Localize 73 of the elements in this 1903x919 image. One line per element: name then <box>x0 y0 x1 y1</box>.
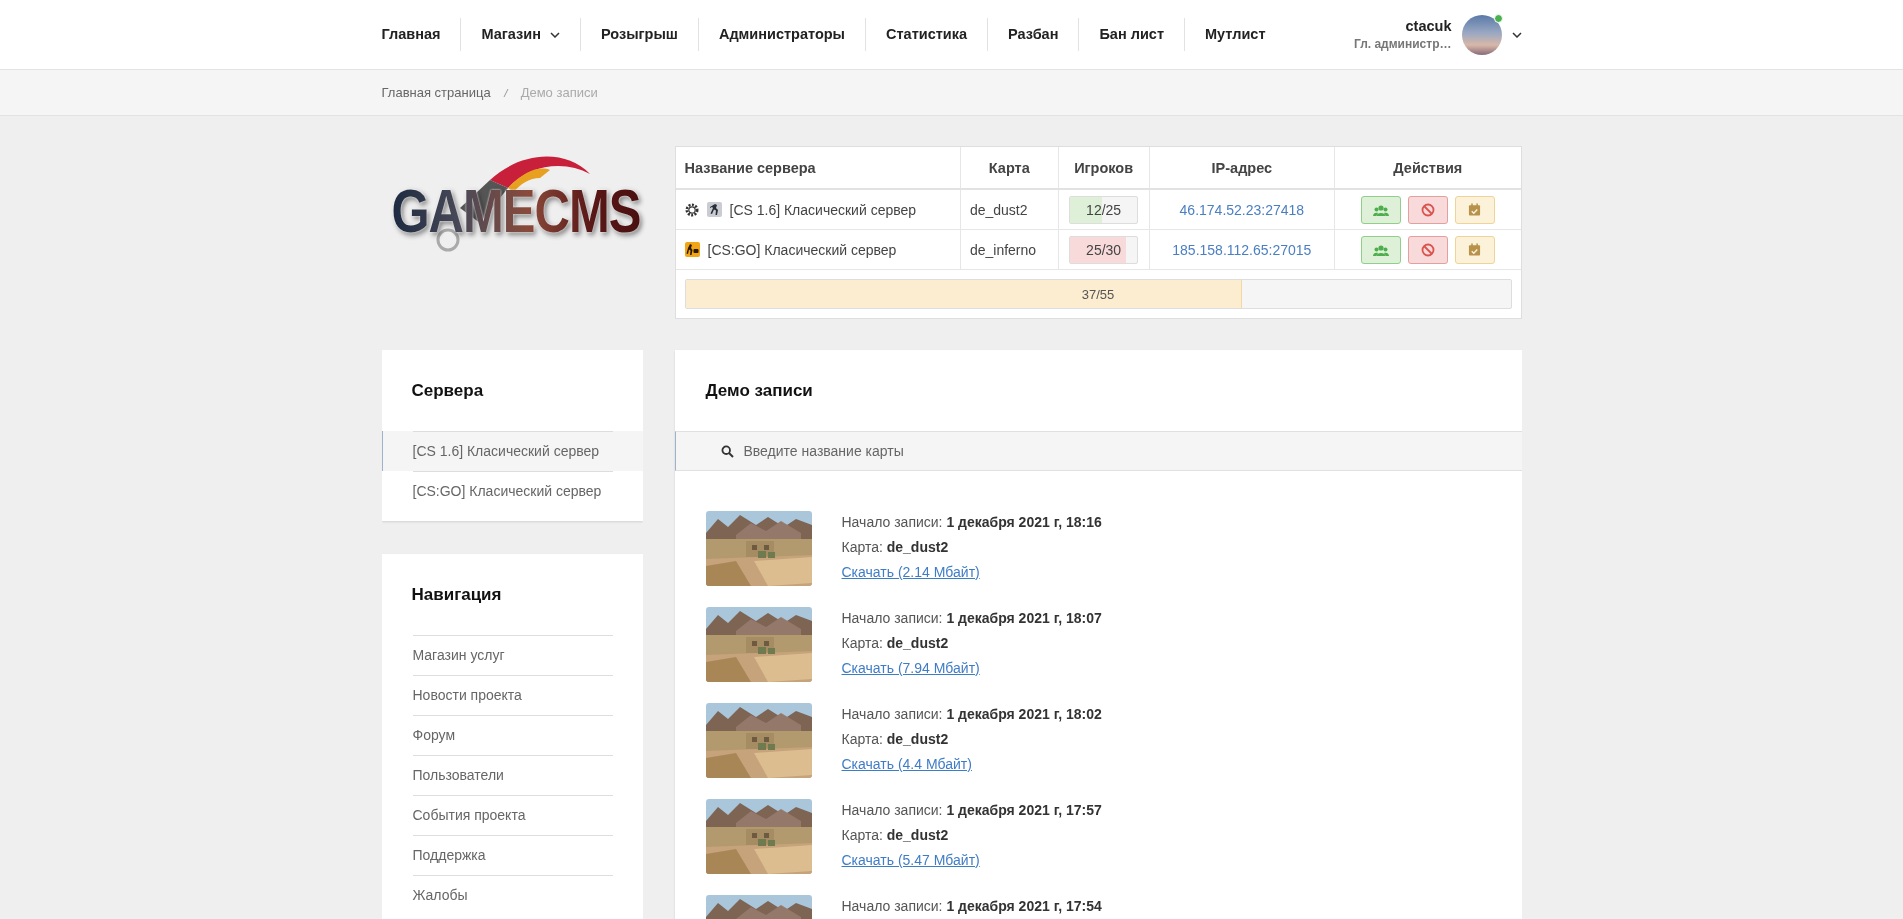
breadcrumb-link[interactable]: Главная страница <box>381 85 491 100</box>
users-icon <box>1372 243 1389 256</box>
ban-icon <box>1420 242 1435 257</box>
record-start: Начало записи: 1 декабря 2021 г, 18:02 <box>841 705 1102 724</box>
nav-link[interactable]: Магазин <box>460 18 580 51</box>
download-link[interactable]: Скачать (7.94 Мбайт) <box>841 656 980 681</box>
player-count: 25/30 <box>1086 241 1122 258</box>
progress-reading: 37/55 <box>1081 286 1115 302</box>
record-start: Начало записи: 1 декабря 2021 г, 17:57 <box>841 801 1102 820</box>
ban-button[interactable] <box>1407 195 1448 224</box>
gear-icon <box>684 202 699 217</box>
game-icon <box>684 242 700 257</box>
nav-link[interactable]: Бан лист <box>1078 18 1184 51</box>
card-title: Демо записи <box>704 380 814 402</box>
user-name: ctacuk <box>1405 18 1452 34</box>
players-button[interactable] <box>1360 235 1401 264</box>
table-cell: de_dust2 <box>969 201 1028 218</box>
search-icon <box>720 444 734 458</box>
table-cell: [CS 1.6] Класический сервер <box>729 201 917 218</box>
avatar <box>1461 14 1502 55</box>
record-start: Начало записи: 1 декабря 2021 г, 18:16 <box>841 513 1102 532</box>
record-map: Карта: de_dust2 <box>841 730 949 749</box>
breadcrumb-current: Демо записи <box>520 85 598 100</box>
column-header: Карта <box>960 147 1059 189</box>
nav-menu-link[interactable]: Форум <box>381 715 643 755</box>
players-button[interactable] <box>1360 195 1401 224</box>
nav-link[interactable]: Разбан <box>987 18 1079 51</box>
table-cell: [CS:GO] Класический сервер <box>707 241 897 258</box>
users-icon <box>1372 203 1389 216</box>
ip-link[interactable]: 185.158.112.65:27015 <box>1172 241 1312 258</box>
record-map: Карта: de_dust2 <box>841 826 949 845</box>
ip-link[interactable]: 46.174.52.23:27418 <box>1179 201 1305 218</box>
nav-menu-link[interactable]: Новости проекта <box>381 675 643 715</box>
record-map: Карта: de_dust2 <box>841 538 949 557</box>
nav-menu-link[interactable]: Магазин услуг <box>381 635 643 675</box>
nav-menu-link[interactable]: Пользователи <box>381 755 643 795</box>
nav-link[interactable]: Мутлист <box>1184 18 1286 51</box>
game-icon <box>706 202 722 217</box>
nav-menu-link[interactable]: Жалобы <box>381 875 643 915</box>
download-link[interactable]: Скачать (2.14 Мбайт) <box>841 560 980 585</box>
card-title: Сервера <box>410 380 485 402</box>
card-title: Навигация <box>410 584 503 606</box>
column-header: Игроков <box>1058 147 1150 189</box>
record-start: Начало записи: 1 декабря 2021 г, 18:07 <box>841 609 1102 628</box>
nav-menu-link[interactable]: Поддержка <box>381 835 643 875</box>
nav-link[interactable]: Администраторы <box>697 18 865 51</box>
server-link[interactable]: [CS 1.6] Класический сервер <box>381 431 643 471</box>
calendar-check-icon <box>1468 203 1482 216</box>
player-count: 12/25 <box>1086 201 1122 218</box>
user-role: Гл. администр… <box>1353 37 1452 51</box>
chevron-down-icon[interactable] <box>1511 31 1522 38</box>
column-header: Название сервера <box>675 147 961 189</box>
download-link[interactable]: Скачать (4.4 Мбайт) <box>841 752 972 777</box>
nav-menu-link[interactable]: События проекта <box>381 795 643 835</box>
chevron-down-icon[interactable] <box>549 31 560 38</box>
search-field[interactable]: Введите название карты <box>674 431 1522 471</box>
ban-button[interactable] <box>1407 235 1448 264</box>
separator-icon <box>502 87 509 98</box>
ban-icon <box>1420 202 1435 217</box>
calendar-button[interactable] <box>1454 235 1495 264</box>
calendar-button[interactable] <box>1454 195 1495 224</box>
nav-link[interactable]: Статистика <box>865 18 988 51</box>
table-cell: de_inferno <box>969 241 1037 258</box>
column-header: IP-адрес <box>1149 147 1335 189</box>
download-link[interactable]: Скачать (5.47 Мбайт) <box>841 848 980 873</box>
calendar-check-icon <box>1468 243 1482 256</box>
server-link[interactable]: [CS:GO] Класический сервер <box>381 471 643 511</box>
search-input[interactable]: Введите название карты <box>743 443 1344 459</box>
column-header: Действия <box>1334 147 1521 189</box>
nav-link[interactable]: Главная <box>381 18 461 51</box>
nav-link[interactable]: Розыгрыш <box>579 18 698 51</box>
record-start: Начало записи: 1 декабря 2021 г, 17:54 <box>841 897 1102 916</box>
record-map: Карта: de_dust2 <box>841 634 949 653</box>
